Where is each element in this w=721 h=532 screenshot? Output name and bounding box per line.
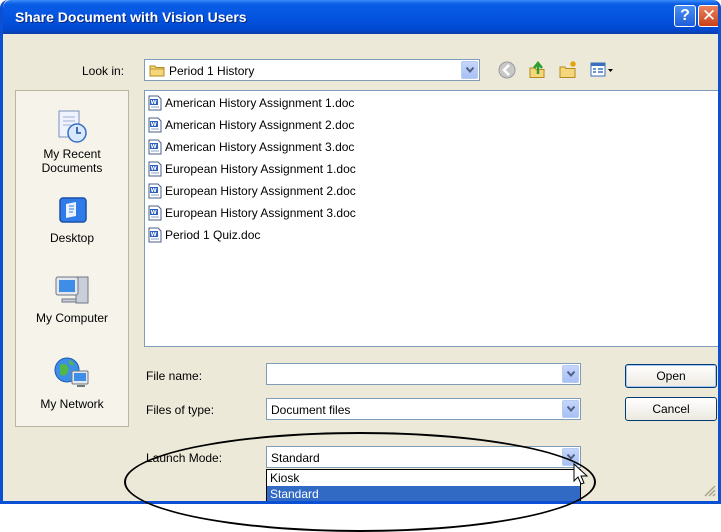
list-item[interactable]: W European History Assignment 2.doc xyxy=(147,181,356,201)
dialog-window: Share Document with Vision Users ? ✕ Loo… xyxy=(0,0,721,504)
help-button[interactable]: ? xyxy=(674,5,696,27)
file-name: European History Assignment 1.doc xyxy=(165,162,356,176)
word-document-icon: W xyxy=(148,139,162,155)
open-button[interactable]: Open xyxy=(625,364,717,388)
title-bar[interactable]: Share Document with Vision Users ? ✕ xyxy=(3,0,718,34)
word-document-icon: W xyxy=(148,183,162,199)
desktop-icon xyxy=(59,197,87,223)
file-name: American History Assignment 1.doc xyxy=(165,96,355,110)
up-folder-icon[interactable] xyxy=(527,60,547,80)
look-in-dropdown-button[interactable] xyxy=(461,61,478,79)
new-folder-icon[interactable] xyxy=(558,60,578,80)
places-bar: My Recent Documents Desktop My Computer xyxy=(15,90,129,427)
launch-mode-option-kiosk[interactable]: Kiosk xyxy=(267,470,580,486)
file-name-label: File name: xyxy=(146,369,203,383)
place-my-recent-documents[interactable]: My Recent Documents xyxy=(16,109,128,175)
word-document-icon: W xyxy=(148,95,162,111)
file-name-dropdown-button[interactable] xyxy=(562,365,579,383)
file-name: American History Assignment 2.doc xyxy=(165,118,355,132)
look-in-value: Period 1 History xyxy=(169,64,255,78)
file-name: American History Assignment 3.doc xyxy=(165,140,355,154)
launch-mode-option-standard[interactable]: Standard xyxy=(267,486,580,501)
word-document-icon: W xyxy=(148,205,162,221)
place-label: Desktop xyxy=(49,231,95,245)
chevron-down-icon xyxy=(567,454,575,460)
place-desktop[interactable]: Desktop xyxy=(16,195,128,245)
window-title: Share Document with Vision Users xyxy=(15,9,247,25)
list-item[interactable]: W European History Assignment 1.doc xyxy=(147,159,356,179)
launch-mode-value: Standard xyxy=(271,451,320,465)
svg-text:W: W xyxy=(151,122,157,128)
file-type-label: Files of type: xyxy=(146,403,215,417)
close-button[interactable]: ✕ xyxy=(698,5,718,27)
look-in-combo[interactable]: Period 1 History xyxy=(144,59,480,81)
chevron-down-icon xyxy=(567,371,575,377)
file-name: European History Assignment 2.doc xyxy=(165,184,356,198)
list-item[interactable]: W European History Assignment 3.doc xyxy=(147,203,356,223)
file-name-input[interactable] xyxy=(266,363,581,385)
file-type-dropdown-button[interactable] xyxy=(562,400,579,418)
list-item[interactable]: W American History Assignment 3.doc xyxy=(147,137,354,157)
my-computer-icon xyxy=(55,276,89,304)
cancel-button[interactable]: Cancel xyxy=(625,397,717,421)
folder-icon xyxy=(149,65,165,77)
file-type-value: Document files xyxy=(271,403,351,417)
resize-grip-icon[interactable] xyxy=(703,484,717,498)
place-my-computer[interactable]: My Computer xyxy=(16,273,128,325)
svg-text:W: W xyxy=(151,166,157,172)
place-label: My Network xyxy=(40,397,104,411)
mouse-cursor-icon xyxy=(573,463,589,485)
svg-text:W: W xyxy=(151,210,157,216)
launch-mode-options-list[interactable]: Kiosk Standard xyxy=(266,469,581,501)
svg-text:W: W xyxy=(151,232,157,238)
chevron-down-icon xyxy=(466,67,474,73)
svg-text:W: W xyxy=(151,188,157,194)
look-in-label: Look in: xyxy=(82,64,125,78)
svg-text:W: W xyxy=(151,100,157,106)
file-name: European History Assignment 3.doc xyxy=(165,206,356,220)
list-item[interactable]: W Period 1 Quiz.doc xyxy=(147,225,260,245)
file-name: Period 1 Quiz.doc xyxy=(165,228,261,242)
my-network-icon xyxy=(54,357,89,387)
list-item[interactable]: W American History Assignment 1.doc xyxy=(147,93,354,113)
back-icon[interactable] xyxy=(497,60,517,80)
svg-text:W: W xyxy=(151,144,157,150)
launch-mode-combo[interactable]: Standard xyxy=(266,446,581,468)
chevron-down-icon xyxy=(567,406,575,412)
place-label: My Computer xyxy=(35,311,109,325)
place-my-network[interactable]: My Network xyxy=(16,355,128,411)
recent-documents-icon xyxy=(58,110,87,143)
views-menu-icon[interactable] xyxy=(589,60,617,80)
place-label: Documents xyxy=(41,161,103,175)
list-item[interactable]: W American History Assignment 2.doc xyxy=(147,115,354,135)
file-list[interactable]: W American History Assignment 1.doc W Am… xyxy=(144,90,718,347)
word-document-icon: W xyxy=(148,227,162,243)
word-document-icon: W xyxy=(148,117,162,133)
launch-mode-label: Launch Mode: xyxy=(146,451,223,465)
word-document-icon: W xyxy=(148,161,162,177)
file-type-combo[interactable]: Document files xyxy=(266,398,581,420)
place-label: My Recent xyxy=(43,147,101,161)
